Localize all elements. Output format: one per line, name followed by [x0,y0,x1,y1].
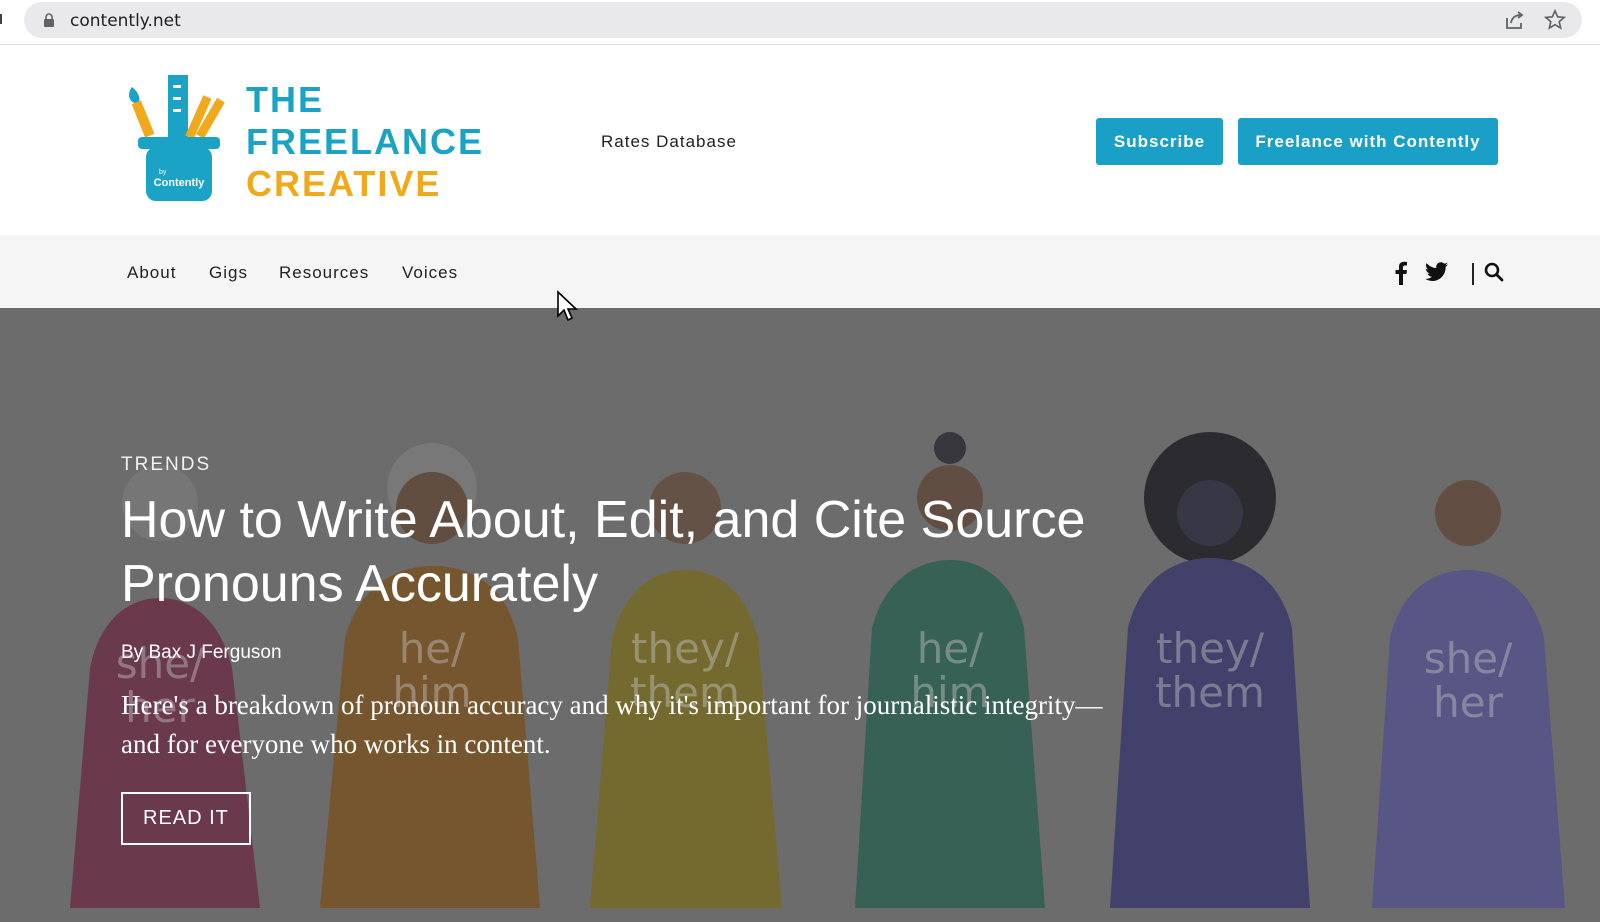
lock-icon[interactable] [44,13,54,27]
back-edge-icon [0,14,2,24]
hero-banner[interactable]: she/her he/him they/them he/him they/them she… [0,308,1600,922]
pencil-cup-logo-icon: Contently by [129,75,225,201]
logo-line-freelance: FREELANCE [246,121,485,162]
freelance-with-contently-button[interactable]: Freelance with Contently [1238,118,1498,165]
main-nav: About Gigs Resources Voices [0,235,1600,308]
read-it-button[interactable]: READ IT [121,792,251,845]
address-bar[interactable]: contently.net [24,2,1582,38]
browser-toolbar: contently.net [0,0,1600,45]
site-header: Contently by THE FREELANCE CREATIVE Rate… [0,45,1600,235]
mouse-pointer-icon [557,290,579,322]
star-icon[interactable] [1544,9,1566,31]
logo-wordmark: THE FREELANCE CREATIVE [246,79,484,205]
nav-item-gigs[interactable]: Gigs [209,263,248,283]
share-icon[interactable] [1504,10,1526,30]
nav-item-voices[interactable]: Voices [402,263,458,283]
article-headline[interactable]: How to Write About, Edit, and Cite Sourc… [121,488,1121,616]
logo-line-creative: CREATIVE [246,163,442,204]
article-byline: By Bax J Ferguson [121,642,282,663]
nav-item-resources[interactable]: Resources [279,263,369,283]
facebook-icon[interactable] [1394,261,1408,285]
twitter-icon[interactable] [1425,261,1449,283]
hero-content: TRENDS How to Write About, Edit, and Cit… [121,454,1121,845]
category-label[interactable]: TRENDS [121,454,1121,476]
svg-text:by: by [159,169,167,176]
logo-line-the: THE [246,79,324,120]
search-icon[interactable] [1484,261,1504,283]
url-text[interactable]: contently.net [70,11,181,31]
nav-item-about[interactable]: About [127,263,176,283]
logo-badge-text: Contently [154,177,206,189]
nav-divider [1472,263,1474,285]
rates-database-link[interactable]: Rates Database [601,132,737,152]
site-logo[interactable]: Contently by THE FREELANCE CREATIVE [126,73,486,208]
article-excerpt: Here's a breakdown of pronoun accuracy a… [121,690,1103,759]
subscribe-button[interactable]: Subscribe [1096,118,1223,165]
